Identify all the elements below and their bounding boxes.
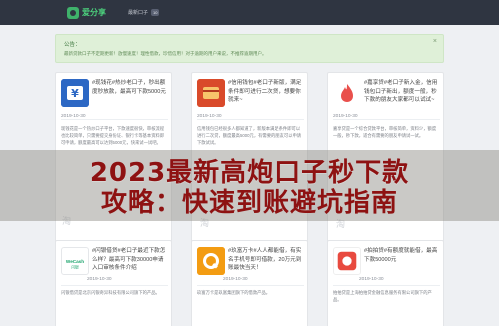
card-excerpt: 拍拍贷是上海拍拍贷金融信息服务有限公司旗下的产品。: [333, 290, 432, 303]
card-date: 2019-10-30: [359, 277, 384, 282]
app-logo-icon: [197, 79, 225, 107]
wallet-icon: [197, 79, 225, 107]
card-excerpt: 闪银借贷是北京闪银奇异科技有限公司旗下的产品。: [61, 290, 160, 295]
card-title[interactable]: #嘉享贷#老口子新入金，信用钱包口子新出，额度一般，秒下款的朋友大家都可以试试~: [364, 79, 440, 105]
card-excerpt: 信用钱包已经很多人都知道了，新版本满足条件即可以进行二次贷，额度最高5000元，…: [197, 126, 302, 146]
card-title[interactable]: #信用钱包#老口子新版，满足条件即可进行二次贷，想要你就来~: [228, 79, 304, 105]
yen-icon: ¥: [61, 79, 89, 107]
card-excerpt: 玖富万卡是玖富集团旗下的借款产品。: [197, 290, 271, 295]
divider: [333, 119, 440, 120]
svg-text:闪银: 闪银: [71, 264, 79, 269]
card-date: 2019-10-30: [223, 277, 248, 282]
card-title[interactable]: #玖富万卡#人人都能借，有实名手机号即可借款，20万元到账最快当天！: [228, 247, 304, 273]
wecash-logo-icon: WeCash 闪银: [66, 259, 84, 270]
card-excerpt: 现钱花是一个热炒口子平台，下款速度很快，审核流程也比较简单，只需要提交身份证、银…: [61, 126, 165, 146]
article-card[interactable]: #玖富万卡#人人都能借，有实名手机号即可借款，20万元到账最快当天！ 2019-…: [191, 240, 308, 326]
card-title[interactable]: #现钱花#热炒老口子，秒出额度秒放款，最高可下款5000元: [92, 79, 168, 96]
app-logo-icon: WeCash 闪银: [61, 247, 89, 275]
divider: [333, 285, 440, 286]
flame-icon: [333, 79, 361, 107]
brand-name: 爱分享: [82, 8, 106, 17]
app-logo-icon: [333, 79, 361, 107]
article-card[interactable]: #拍拍贷#有额度就能借，最高下款50000元 2019-10-30 拍拍贷是上海…: [327, 240, 444, 326]
notice-text: 最新贷款口子不定期更新！放慢速度！理性借款，珍惜信用！对于逾期的用户来说，不推荐…: [64, 51, 267, 56]
divider: [197, 285, 304, 286]
close-icon[interactable]: ×: [433, 38, 437, 45]
brand-logo: [67, 6, 79, 19]
nav-item-latest[interactable]: 最新口子 10: [128, 9, 160, 16]
card-excerpt: 嘉享贷是一个综合贷款平台，审核简单，资料少，额度一般，秒下款，适合有需要的朋友申…: [333, 126, 437, 139]
wanka-logo-icon: [197, 247, 225, 275]
article-card[interactable]: WeCash 闪银 #闪银借贷#老口子最近下款怎么样？最高可下款30000申请入…: [55, 240, 172, 326]
svg-text:¥: ¥: [71, 87, 79, 100]
brand[interactable]: 爱分享: [67, 6, 106, 19]
card-title[interactable]: #拍拍贷#有额度就能借，最高下款50000元: [364, 247, 440, 264]
nav-item-label: 最新口子: [128, 10, 149, 16]
paipaidai-logo-icon: [337, 251, 357, 271]
divider: [61, 285, 168, 286]
card-title[interactable]: #闪银借贷#老口子最近下款怎么样？最高可下款30000申请入口审核条件介绍: [92, 247, 168, 273]
top-nav: 爱分享 最新口子 10: [0, 0, 499, 25]
nav-badge: 10: [151, 9, 160, 16]
announcement-notice: 公告： 最新贷款口子不定期更新！放慢速度！理性借款，珍惜信用！对于逾期的用户来说…: [55, 34, 444, 63]
svg-text:WeCash: WeCash: [66, 259, 84, 264]
app-logo-icon: ¥: [61, 79, 89, 107]
notice-title: 公告：: [64, 42, 81, 48]
divider: [61, 119, 168, 120]
divider: [197, 119, 304, 120]
banner-subheadline: 攻略：快速到账避坑指南: [100, 188, 398, 218]
app-logo-icon: [333, 247, 361, 275]
app-logo-icon: [197, 247, 225, 275]
card-date: 2019-10-30: [87, 277, 112, 282]
